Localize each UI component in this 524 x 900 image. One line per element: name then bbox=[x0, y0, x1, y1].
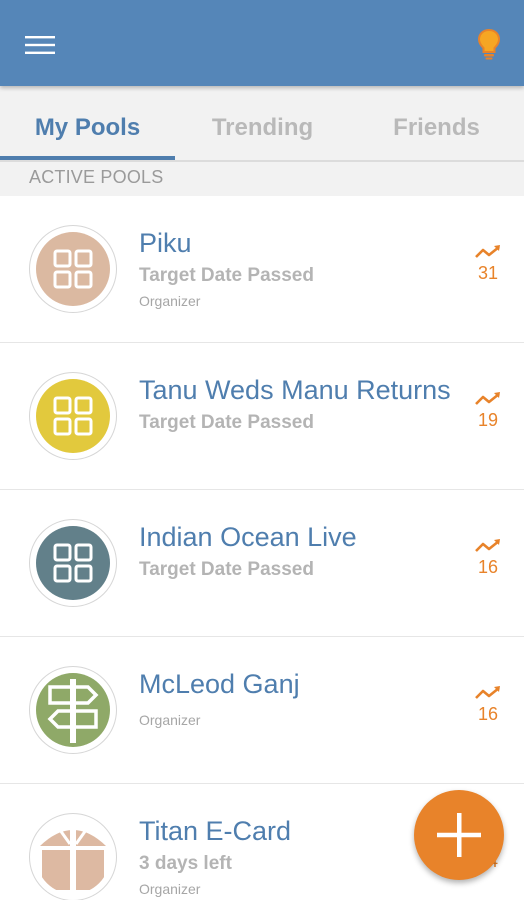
trend-count: 16 bbox=[477, 704, 499, 724]
pool-avatar bbox=[29, 372, 117, 460]
tab-my-pools[interactable]: My Pools bbox=[0, 86, 175, 162]
pool-row-tanu-weds-manu-returns[interactable]: Tanu Weds Manu Returns Target Date Passe… bbox=[0, 343, 524, 490]
grid-icon bbox=[53, 249, 93, 289]
pool-avatar bbox=[29, 666, 117, 754]
pool-role: Organizer bbox=[139, 881, 201, 897]
plus-icon bbox=[437, 813, 481, 857]
trend-indicator: 19 bbox=[470, 391, 506, 441]
pool-title: Piku bbox=[139, 228, 192, 258]
pool-title: Tanu Weds Manu Returns bbox=[139, 375, 451, 405]
grid-icon bbox=[53, 543, 93, 583]
pool-role: Organizer bbox=[139, 712, 201, 728]
pool-title: Titan E-Card bbox=[139, 816, 292, 846]
trending-up-icon bbox=[475, 392, 500, 405]
pool-row-piku[interactable]: Piku Target Date Passed Organizer 31 bbox=[0, 196, 524, 343]
pool-status: Target Date Passed bbox=[139, 559, 314, 580]
tab-trending[interactable]: Trending bbox=[175, 86, 350, 162]
trend-indicator: 16 bbox=[470, 685, 506, 735]
trend-count: 31 bbox=[477, 263, 499, 283]
pool-status: 3 days left bbox=[139, 853, 232, 874]
menu-icon bbox=[25, 36, 55, 54]
menu-button[interactable] bbox=[20, 28, 62, 62]
lightbulb-icon bbox=[477, 28, 501, 60]
pool-row-indian-ocean-live[interactable]: Indian Ocean Live Target Date Passed 16 bbox=[0, 490, 524, 637]
grid-icon bbox=[53, 396, 93, 436]
lightbulb-button[interactable] bbox=[470, 24, 508, 64]
pool-title: Indian Ocean Live bbox=[139, 522, 357, 552]
tab-indicator bbox=[0, 156, 175, 160]
trending-up-icon bbox=[475, 686, 500, 699]
pool-row-mcleod-ganj[interactable]: McLeod Ganj Organizer 16 bbox=[0, 637, 524, 784]
gift-icon bbox=[40, 828, 106, 894]
section-label: ACTIVE POOLS bbox=[29, 167, 164, 187]
trend-count: 16 bbox=[477, 557, 499, 577]
pool-status: Target Date Passed bbox=[139, 265, 314, 286]
signpost-icon bbox=[47, 679, 99, 743]
trend-indicator: 31 bbox=[470, 244, 506, 294]
add-pool-button[interactable] bbox=[414, 790, 504, 880]
pool-avatar bbox=[29, 519, 117, 607]
trend-count: 19 bbox=[477, 410, 499, 430]
trending-up-icon bbox=[475, 245, 500, 258]
pool-avatar bbox=[29, 813, 117, 900]
tab-bar: My Pools Trending Friends bbox=[0, 86, 524, 162]
trend-indicator: 16 bbox=[470, 538, 506, 588]
tab-friends[interactable]: Friends bbox=[349, 86, 524, 162]
app-bar bbox=[0, 0, 524, 86]
trending-up-icon bbox=[475, 539, 500, 552]
pool-role: Organizer bbox=[139, 293, 201, 309]
pool-avatar bbox=[29, 225, 117, 313]
pool-status: Target Date Passed bbox=[139, 412, 314, 433]
pool-title: McLeod Ganj bbox=[139, 669, 300, 699]
